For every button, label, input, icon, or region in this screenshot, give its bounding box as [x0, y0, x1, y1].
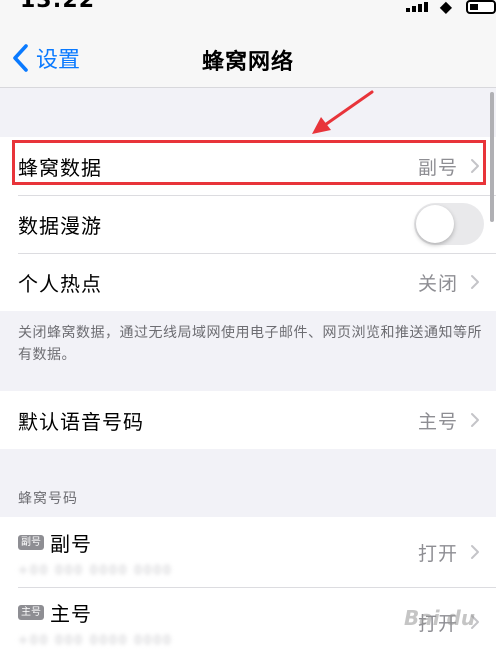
- personal-hotspot-label: 个人热点: [18, 271, 102, 296]
- status-bar: 13:22 ◆: [0, 0, 496, 16]
- chevron-right-icon: [471, 413, 479, 427]
- sim-badge: 主号: [18, 604, 44, 620]
- personal-hotspot-value: 关闭: [417, 272, 458, 295]
- cellular-numbers-header: 蜂窝号码: [18, 491, 78, 507]
- sim-badge: 副号: [18, 534, 44, 550]
- personal-hotspot-row[interactable]: 个人热点 关闭: [0, 253, 496, 311]
- cellular-data-value: 副号: [417, 156, 458, 179]
- sim-name: 主号: [50, 601, 92, 626]
- scrollbar[interactable]: [490, 92, 494, 222]
- sim-number-redacted: +00 000 0000 0000: [18, 562, 173, 577]
- data-roaming-label: 数据漫游: [18, 213, 102, 238]
- chevron-right-icon: [471, 545, 479, 559]
- sim-status-value: 打开: [417, 542, 458, 565]
- chevron-right-icon: [471, 275, 479, 289]
- voice-group: 默认语音号码 主号: [0, 391, 496, 449]
- watermark-logo: Bai du: [404, 606, 476, 630]
- chevron-right-icon: [471, 159, 479, 173]
- navigation-bar: 设置 蜂窝网络: [0, 16, 496, 88]
- status-time: 13:22: [20, 0, 96, 13]
- toggle-knob: [416, 205, 454, 243]
- signal-icon: [406, 2, 428, 12]
- default-voice-row[interactable]: 默认语音号码 主号: [0, 391, 496, 449]
- default-voice-value: 主号: [417, 410, 458, 433]
- data-roaming-row: 数据漫游: [0, 195, 496, 253]
- data-roaming-toggle[interactable]: [414, 203, 484, 245]
- cellular-data-footer-note: 关闭蜂窝数据，通过无线局域网使用电子邮件、网页浏览和推送通知等所有数据。: [18, 325, 482, 363]
- cellular-data-row[interactable]: 蜂窝数据 副号: [0, 137, 496, 195]
- cellular-settings-group: 蜂窝数据 副号 数据漫游 个人热点 关闭: [0, 137, 496, 311]
- default-voice-label: 默认语音号码: [18, 409, 144, 434]
- wifi-icon: ◆: [439, 0, 452, 16]
- sim-number-redacted: +00 000 0000 0000: [18, 632, 173, 647]
- sim-row-secondary[interactable]: 副号 副号 +00 000 0000 0000 打开: [0, 517, 496, 587]
- cellular-data-label: 蜂窝数据: [18, 155, 102, 180]
- page-title: 蜂窝网络: [201, 50, 294, 75]
- battery-icon: [466, 0, 496, 14]
- sim-name: 副号: [50, 531, 92, 556]
- annotation-arrow-icon: [312, 90, 374, 134]
